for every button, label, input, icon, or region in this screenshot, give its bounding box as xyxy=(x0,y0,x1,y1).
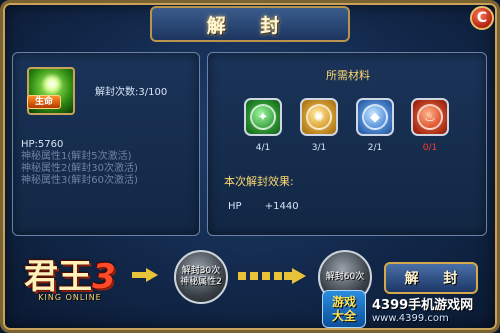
watermark-site-name: 4399手机游戏网 xyxy=(372,298,474,313)
green-gem-count: 4/1 xyxy=(255,143,271,153)
milestone-label-30: 解封30次 神秘属性2 xyxy=(180,266,222,287)
gold-gem-count: 3/1 xyxy=(311,143,327,153)
arrow-right-icon xyxy=(132,268,158,282)
game-logo: 君王3 KING ONLINE xyxy=(10,250,130,310)
watermark-badge-bottom: 大全 xyxy=(331,309,356,323)
effect-row: HP +1440 xyxy=(228,201,299,212)
close-icon: C xyxy=(476,10,488,26)
hidden-attribute-3: 神秘属性3(解封60次激活) xyxy=(21,175,138,186)
logo-main: 君王 xyxy=(24,256,93,297)
effect-stat: HP xyxy=(228,201,242,212)
milestone-label-60: 解封60次 xyxy=(325,271,365,282)
watermark-badge-top: 游戏 xyxy=(331,295,356,309)
effect-value: +1440 xyxy=(264,201,299,212)
item-badge: 生命 xyxy=(27,95,61,109)
logo-sub: KING ONLINE xyxy=(38,292,102,302)
site-watermark: 游戏 大全 4399手机游戏网 www.4399.com xyxy=(322,288,498,330)
effect-title: 本次解封效果: xyxy=(224,175,294,188)
gold-gem-icon[interactable]: ✺ xyxy=(300,98,338,136)
long-arrow-right-icon xyxy=(238,268,308,284)
item-panel: 生命 解封次数:3/100 HP:5760 神秘属性1(解封5次激活) 神秘属性… xyxy=(12,52,200,236)
life-orb-icon[interactable]: 生命 xyxy=(27,67,75,115)
window-title: 解 封 xyxy=(206,14,294,37)
green-gem-icon[interactable]: ✦ xyxy=(244,98,282,136)
watermark-badge: 游戏 大全 xyxy=(322,290,366,328)
unseal-button-label: 解 封 xyxy=(404,271,468,287)
milestone-orb-30[interactable]: 解封30次 神秘属性2 xyxy=(174,250,228,304)
blue-gem-count: 2/1 xyxy=(367,143,383,153)
red-gem-icon[interactable]: ♨ xyxy=(411,98,449,136)
materials-title: 所需材料 xyxy=(326,69,370,82)
materials-panel: 所需材料 ✦ ✺ ◆ ♨ 4/1 3/1 2/1 0/1 本次解封效果: HP … xyxy=(207,52,487,236)
hp-stat: HP:5760 xyxy=(21,139,64,150)
stats-list: HP:5760 神秘属性1(解封5次激活) 神秘属性2(解封30次激活) 神秘属… xyxy=(21,139,138,187)
blue-gem-icon[interactable]: ◆ xyxy=(356,98,394,136)
hidden-attribute-1: 神秘属性1(解封5次激活) xyxy=(21,151,132,162)
close-button[interactable]: C xyxy=(470,6,494,30)
watermark-url: www.4399.com xyxy=(372,313,449,324)
sparkle-icon xyxy=(41,73,63,95)
logo-three: 3 xyxy=(92,256,116,297)
unlock-count: 解封次数:3/100 xyxy=(95,87,168,98)
hidden-attribute-2: 神秘属性2(解封30次激活) xyxy=(21,163,138,174)
title-bar: 解 封 xyxy=(150,6,350,42)
red-gem-count: 0/1 xyxy=(422,143,438,153)
